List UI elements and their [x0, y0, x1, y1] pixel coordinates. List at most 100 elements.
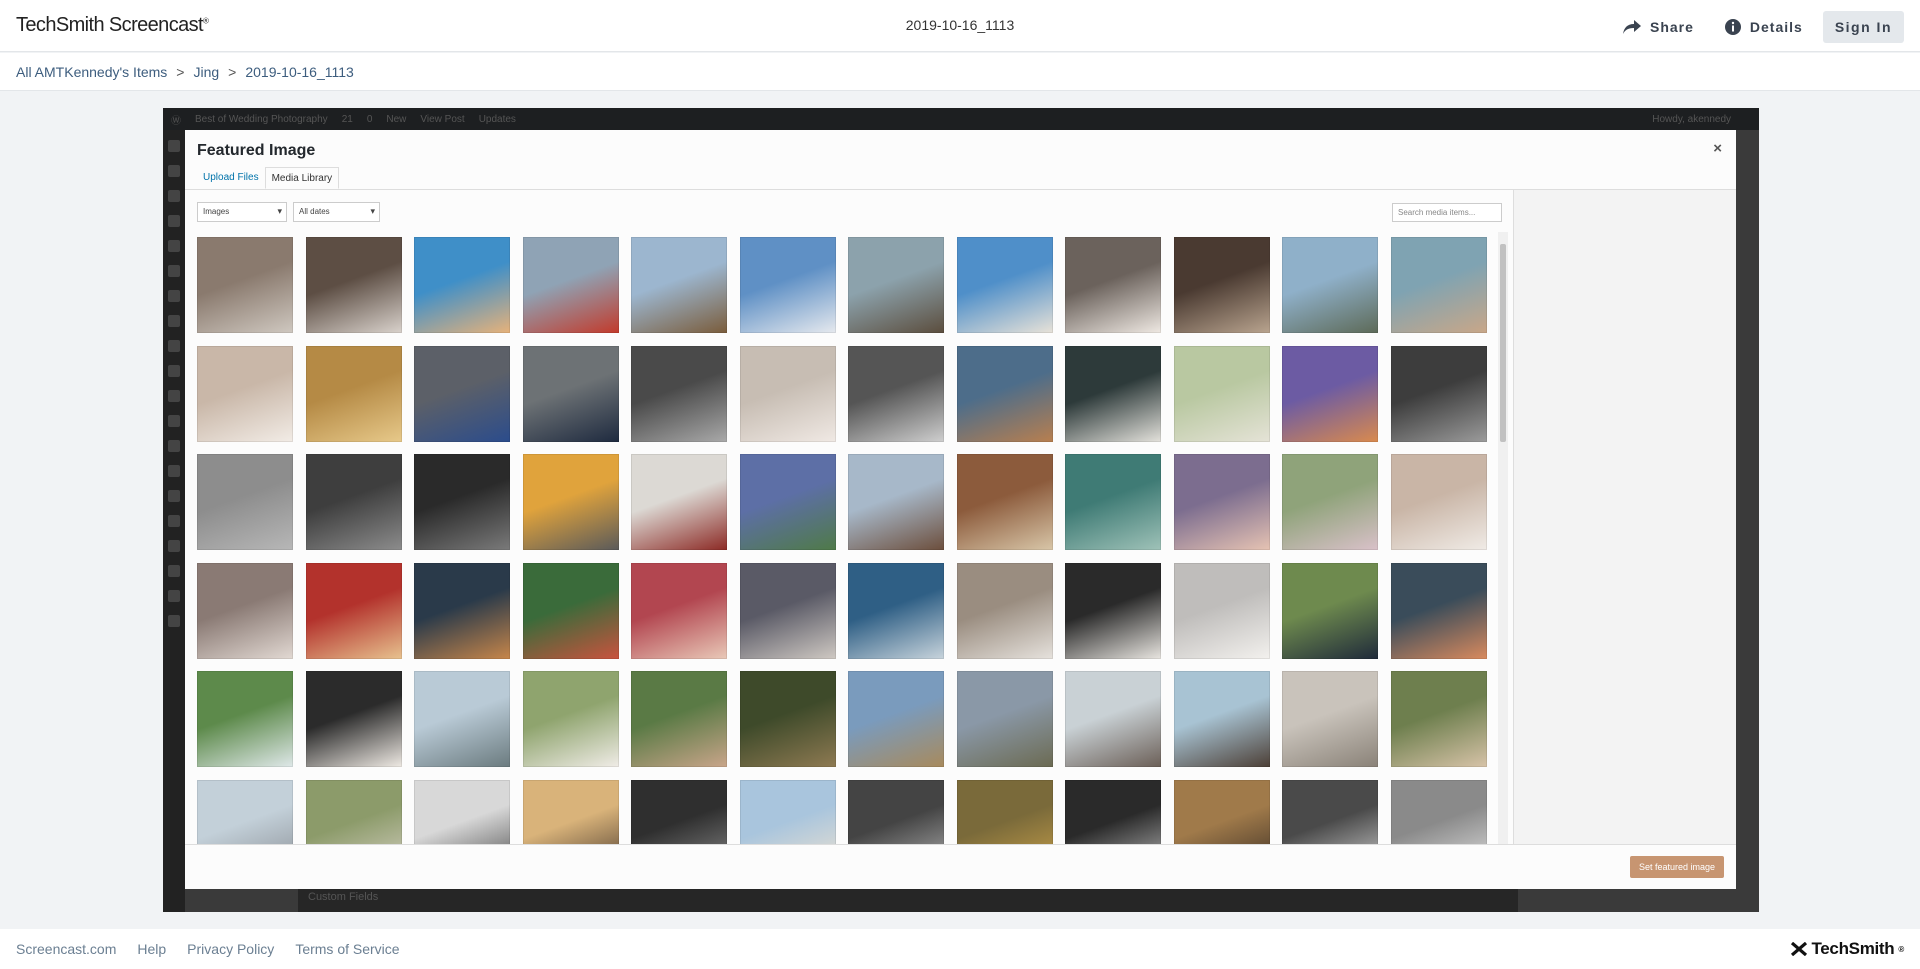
media-thumbnail[interactable] [1065, 237, 1161, 333]
media-thumbnail[interactable] [197, 345, 293, 442]
breadcrumb-jing[interactable]: Jing [193, 64, 219, 80]
media-thumbnail[interactable] [631, 345, 727, 442]
media-thumbnail[interactable] [1390, 671, 1487, 767]
media-thumbnail[interactable] [739, 779, 836, 844]
set-featured-image-button[interactable]: Set featured image [1629, 856, 1724, 878]
wp-comments-count: 0 [366, 113, 373, 125]
media-thumbnail[interactable] [1282, 562, 1378, 659]
footer-link-screencast[interactable]: Screencast.com [16, 941, 116, 957]
page-footer: Screencast.com Help Privacy Policy Terms… [0, 929, 1920, 969]
media-thumbnail[interactable] [848, 671, 944, 767]
media-thumbnail[interactable] [956, 345, 1053, 442]
media-thumbnail[interactable] [197, 779, 293, 844]
media-thumbnail[interactable] [414, 562, 510, 659]
footer-link-privacy[interactable]: Privacy Policy [187, 941, 274, 957]
share-button[interactable]: Share [1612, 13, 1704, 41]
breadcrumb: All AMTKennedy's Items > Jing > 2019-10-… [16, 64, 354, 80]
media-thumbnail[interactable] [414, 237, 510, 333]
media-thumbnail[interactable] [848, 779, 944, 844]
media-thumbnail[interactable] [1282, 237, 1378, 333]
screencast-logo[interactable]: TechSmith Screencast® [16, 14, 209, 37]
breadcrumb-all-items[interactable]: All AMTKennedy's Items [16, 64, 167, 80]
footer-link-terms[interactable]: Terms of Service [295, 941, 399, 957]
media-thumbnail[interactable] [522, 237, 619, 333]
techsmith-logo-icon [1791, 942, 1808, 956]
media-thumbnail[interactable] [414, 454, 510, 550]
media-thumbnail[interactable] [414, 345, 510, 442]
media-thumbnail[interactable] [1390, 454, 1487, 550]
media-thumbnail[interactable] [305, 237, 402, 333]
media-thumbnail[interactable] [305, 562, 402, 659]
media-thumbnail[interactable] [1282, 671, 1378, 767]
media-thumbnail[interactable] [956, 454, 1053, 550]
media-thumbnail[interactable] [414, 671, 510, 767]
media-thumbnail[interactable] [956, 779, 1053, 844]
media-thumbnail[interactable] [1390, 345, 1487, 442]
sign-in-button[interactable]: Sign In [1822, 11, 1904, 43]
techsmith-logo[interactable]: TechSmith ® [1791, 939, 1904, 959]
media-thumbnail[interactable] [1173, 671, 1270, 767]
media-thumbnail[interactable] [305, 779, 402, 844]
techsmith-brand: TechSmith [1811, 939, 1895, 958]
close-icon[interactable]: × [1713, 140, 1722, 157]
media-thumbnail[interactable] [522, 779, 619, 844]
date-filter-select[interactable]: All dates [293, 202, 380, 222]
media-thumbnail[interactable] [739, 237, 836, 333]
media-thumbnail[interactable] [522, 454, 619, 550]
media-thumbnail[interactable] [848, 345, 944, 442]
media-thumbnail[interactable] [522, 562, 619, 659]
media-thumbnail[interactable] [1173, 237, 1270, 333]
media-thumbnail[interactable] [197, 454, 293, 550]
media-thumbnail[interactable] [1390, 562, 1487, 659]
media-thumbnail[interactable] [1282, 779, 1378, 844]
tab-media-library[interactable]: Media Library [264, 167, 340, 189]
media-thumbnail[interactable] [522, 671, 619, 767]
media-thumbnail[interactable] [197, 671, 293, 767]
media-thumbnail[interactable] [848, 562, 944, 659]
media-thumbnail[interactable] [1390, 779, 1487, 844]
featured-image-modal: Featured Image × Upload Files Media Libr… [185, 130, 1736, 889]
media-thumbnail[interactable] [1390, 237, 1487, 333]
media-thumbnail[interactable] [197, 237, 293, 333]
media-thumbnail[interactable] [522, 345, 619, 442]
media-thumbnail[interactable] [1173, 345, 1270, 442]
media-thumbnail[interactable] [956, 562, 1053, 659]
media-thumbnail[interactable] [1065, 454, 1161, 550]
media-search-input[interactable]: Search media items... [1392, 203, 1502, 222]
media-thumbnail[interactable] [305, 671, 402, 767]
media-thumbnail[interactable] [956, 671, 1053, 767]
media-thumbnail[interactable] [1065, 345, 1161, 442]
media-thumbnail[interactable] [739, 345, 836, 442]
footer-link-help[interactable]: Help [137, 941, 166, 957]
share-label: Share [1649, 19, 1694, 35]
details-button[interactable]: Details [1714, 12, 1813, 42]
media-thumbnail[interactable] [631, 454, 727, 550]
type-filter-select[interactable]: Images [197, 202, 287, 222]
media-thumbnail[interactable] [739, 671, 836, 767]
media-thumbnail[interactable] [848, 454, 944, 550]
media-thumbnail[interactable] [631, 779, 727, 844]
media-thumbnail[interactable] [414, 779, 510, 844]
media-scrollbar[interactable] [1498, 232, 1508, 844]
media-thumbnail[interactable] [631, 671, 727, 767]
media-thumbnail[interactable] [1065, 671, 1161, 767]
media-thumbnail[interactable] [631, 562, 727, 659]
media-thumbnail[interactable] [1173, 779, 1270, 844]
media-thumbnail[interactable] [305, 345, 402, 442]
media-thumbnail[interactable] [1173, 454, 1270, 550]
tab-upload-files[interactable]: Upload Files [197, 167, 265, 189]
media-thumbnail[interactable] [956, 237, 1053, 333]
media-thumbnail[interactable] [1282, 454, 1378, 550]
media-thumbnail[interactable] [1173, 562, 1270, 659]
media-thumbnail[interactable] [631, 237, 727, 333]
media-thumbnail[interactable] [1282, 345, 1378, 442]
media-thumbnail[interactable] [1065, 562, 1161, 659]
scrollbar-thumb[interactable] [1500, 244, 1506, 442]
media-thumbnail[interactable] [739, 454, 836, 550]
details-label: Details [1749, 19, 1803, 35]
media-thumbnail[interactable] [1065, 779, 1161, 844]
media-thumbnail[interactable] [848, 237, 944, 333]
media-thumbnail[interactable] [739, 562, 836, 659]
media-thumbnail[interactable] [305, 454, 402, 550]
media-thumbnail[interactable] [197, 562, 293, 659]
